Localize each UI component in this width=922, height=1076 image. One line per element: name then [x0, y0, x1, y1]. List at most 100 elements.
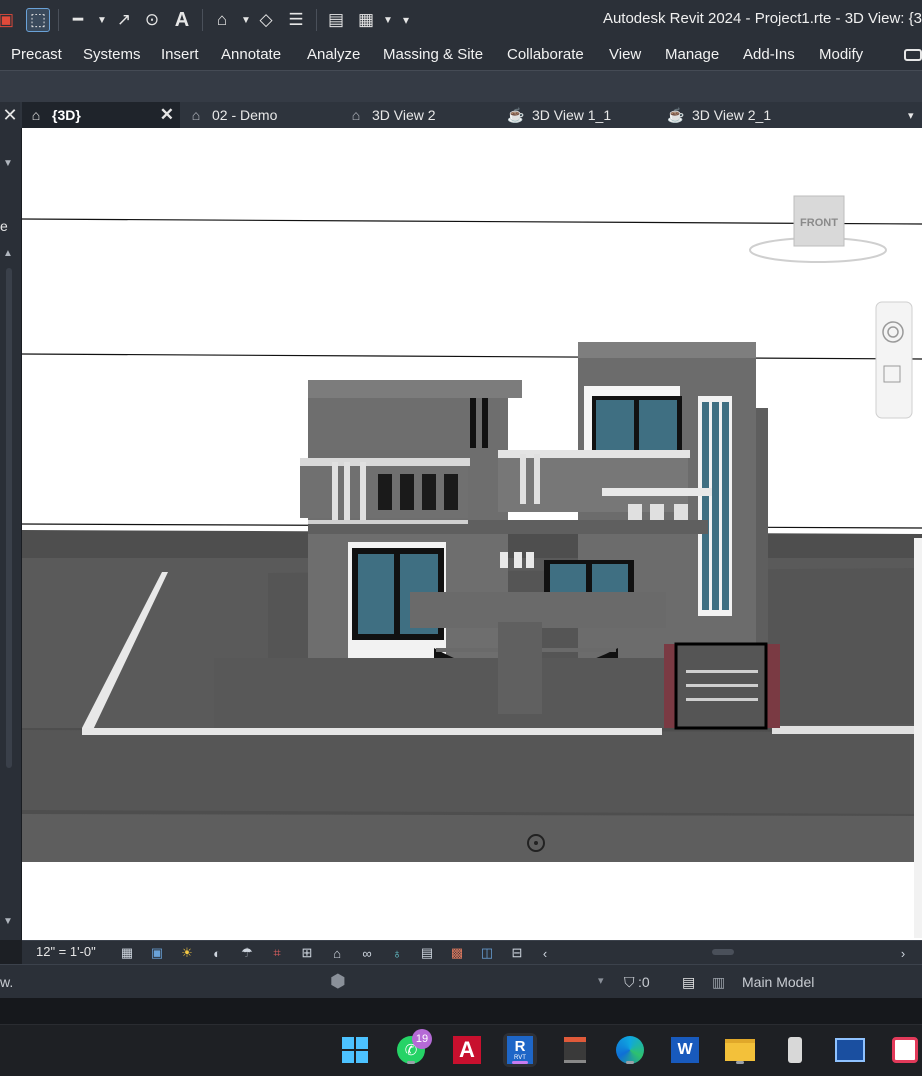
lock-view-icon[interactable]: ⌂ — [328, 944, 346, 962]
tab-annotate[interactable]: Annotate — [221, 46, 281, 63]
shadows-icon[interactable]: ◐ — [208, 944, 226, 962]
tab-3d-view-1-1[interactable]: ☕ 3D View 1_1 — [506, 102, 611, 128]
close-tab-icon[interactable]: ✕ — [160, 105, 174, 125]
reveal-constraints-icon[interactable]: ⊟ — [508, 944, 526, 962]
start-button[interactable] — [338, 1033, 372, 1067]
tag-icon[interactable]: ⊙ — [140, 8, 164, 32]
tab-analyze[interactable]: Analyze — [307, 46, 360, 63]
text-icon[interactable]: A — [170, 8, 194, 32]
close-panel-button[interactable]: ✕ — [0, 102, 20, 128]
modify-tool-icon[interactable]: ⬚ — [26, 8, 50, 32]
media-app-icon — [564, 1037, 586, 1063]
sun-path-icon[interactable]: ☀ — [178, 944, 196, 962]
autocad-icon: A — [453, 1036, 481, 1064]
tab-collaborate[interactable]: Collaborate — [507, 46, 584, 63]
file-explorer-button[interactable] — [723, 1033, 757, 1067]
tower-roof — [578, 342, 756, 358]
revit-icon-letter: R — [514, 1037, 526, 1055]
gate-pillar — [498, 622, 542, 714]
detail-level-icon[interactable]: ▦ — [118, 944, 136, 962]
dropdown-arrow-icon-4[interactable]: ▾ — [598, 974, 604, 987]
scroll-right-icon[interactable]: › — [894, 944, 912, 962]
reveal-hidden-icon[interactable]: ♁ — [388, 944, 406, 962]
left-palette-strip[interactable]: ▼ e ▲ ▼ — [0, 128, 22, 940]
teapot-icon: ☕ — [667, 106, 685, 123]
tab-view[interactable]: View — [609, 46, 641, 63]
palette-fragment-text: e — [0, 218, 8, 234]
aligned-dimension-icon[interactable]: ↗ — [112, 8, 136, 32]
tab-add-ins[interactable]: Add-Ins — [743, 46, 795, 63]
dropdown-arrow-icon[interactable]: ▼ — [90, 8, 114, 32]
customize-toolbar-icon[interactable]: ▾ — [394, 8, 418, 32]
tab-label: {3D} — [52, 107, 81, 123]
tab-precast[interactable]: Precast — [11, 46, 62, 63]
front-boundary-wall — [214, 658, 664, 728]
house-icon: ⌂ — [351, 107, 361, 123]
analytical-model-icon[interactable]: ▩ — [448, 944, 466, 962]
tab-manage[interactable]: Manage — [665, 46, 719, 63]
palette-scrollbar[interactable] — [6, 268, 12, 768]
desktop-gap — [0, 998, 922, 1024]
list-icon[interactable]: ▤ — [682, 974, 695, 991]
tab-insert[interactable]: Insert — [161, 46, 199, 63]
view-control-bar: 12" = 1'-0" ▦ ▣ ☀ ◐ ☂ ⌗ ⊞ ⌂ ∞ ♁ ▤ ▩ ◫ ⊟ … — [22, 940, 922, 964]
navigation-bar[interactable] — [875, 301, 913, 419]
visual-style-icon[interactable]: ▣ — [148, 944, 166, 962]
device-icon — [788, 1037, 802, 1063]
default-3d-view-icon[interactable]: ⌂ — [210, 8, 234, 32]
crop-view-icon[interactable]: ⌗ — [268, 944, 286, 962]
tab-3d-view-2-1[interactable]: ☕ 3D View 2_1 — [666, 102, 771, 128]
chevron-down-icon[interactable]: ▼ — [3, 158, 13, 169]
show-crop-icon[interactable]: ⊞ — [298, 944, 316, 962]
edge-button[interactable] — [613, 1033, 647, 1067]
horizontal-scrollbar-thumb[interactable] — [712, 949, 734, 955]
tab-3d-view[interactable]: ⌂ {3D} ✕ — [22, 102, 180, 128]
house-icon: ⌂ — [31, 107, 41, 123]
worksharing-icon[interactable]: ▤ — [418, 944, 436, 962]
chevron-up-icon[interactable]: ▲ — [3, 248, 13, 259]
revit-icon: R RVT — [507, 1036, 533, 1064]
stair-jamb-right — [766, 644, 780, 728]
canvas-scrollbar[interactable] — [914, 538, 922, 938]
tab-overflow-icon[interactable]: ▾ — [908, 102, 922, 128]
tab-massing-site[interactable]: Massing & Site — [383, 46, 483, 63]
active-model[interactable]: Main Model — [742, 974, 814, 990]
device-app-button[interactable] — [778, 1033, 812, 1067]
close-hidden-windows-icon[interactable]: ▤ — [324, 8, 348, 32]
media-app-button[interactable] — [558, 1033, 592, 1067]
render-icon[interactable]: ☂ — [238, 944, 256, 962]
tab-3d-view-2[interactable]: ⌂ 3D View 2 — [346, 102, 436, 128]
switch-windows-icon[interactable]: ▦ — [354, 8, 378, 32]
temporary-hide-icon[interactable]: ∞ — [358, 944, 376, 962]
tab-02-demo[interactable]: ⌂ 02 - Demo — [186, 102, 278, 128]
section-icon[interactable]: ◇ — [254, 8, 278, 32]
design-options-icon[interactable]: ▥ — [712, 974, 725, 991]
chevron-down-icon-2[interactable]: ▼ — [3, 916, 13, 927]
view-scale[interactable]: 12" = 1'-0" — [36, 944, 96, 959]
ribbon-tab-bar: Precast Systems Insert Annotate Analyze … — [0, 40, 922, 70]
highlight-displacement-icon[interactable]: ◫ — [478, 944, 496, 962]
window-title: Autodesk Revit 2024 - Project1.rte - 3D … — [602, 10, 922, 27]
viewcube-label: FRONT — [800, 217, 838, 229]
ribbon-minimize-icon[interactable] — [904, 49, 922, 61]
edge-icon — [616, 1036, 644, 1064]
scroll-left-icon[interactable]: ‹ — [536, 944, 554, 962]
autocad-button[interactable]: A — [450, 1033, 484, 1067]
workset-icon[interactable]: ⬢ — [330, 971, 346, 992]
tab-modify[interactable]: Modify — [819, 46, 863, 63]
tab-systems[interactable]: Systems — [83, 46, 141, 63]
filter-icon[interactable]: ⛉ — [624, 974, 635, 991]
compound-wall-front — [82, 728, 662, 735]
snipping-tool-button[interactable] — [888, 1033, 922, 1067]
whatsapp-button[interactable]: ✆ 19 — [394, 1029, 432, 1067]
revit-app-icon[interactable]: ▣ — [0, 8, 18, 32]
selection-count: :0 — [638, 974, 650, 990]
whiteboard-button[interactable] — [833, 1033, 867, 1067]
3d-view-canvas[interactable]: FRONT — [22, 128, 922, 940]
thin-lines-icon[interactable]: ☰ — [284, 8, 308, 32]
house-icon: ⌂ — [191, 107, 201, 123]
building-model: FRONT — [22, 195, 922, 940]
measure-icon[interactable]: ━ — [66, 8, 90, 32]
word-button[interactable]: W — [668, 1033, 702, 1067]
revit-button[interactable]: R RVT — [503, 1033, 537, 1067]
